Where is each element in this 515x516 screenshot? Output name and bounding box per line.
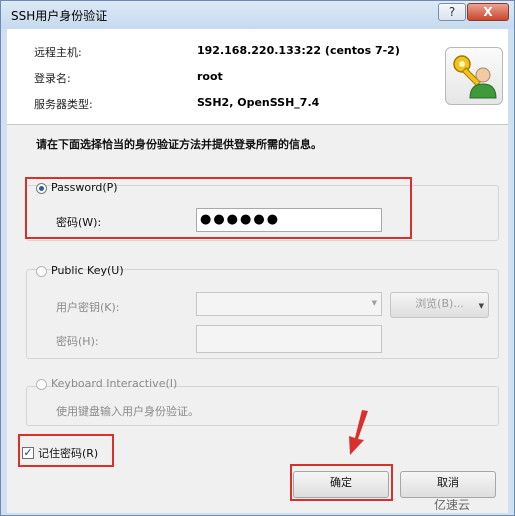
window-title: SSH用户身份验证	[11, 9, 108, 23]
key-user-icon	[445, 47, 503, 105]
chevron-down-icon: ▼	[371, 299, 377, 307]
user-key-select[interactable]: ▼	[196, 292, 382, 316]
help-button[interactable]: ?	[438, 3, 466, 21]
ok-highlight-box	[290, 464, 393, 501]
close-button[interactable]: X	[467, 3, 509, 21]
login-label: 登录名:	[34, 72, 71, 85]
host-label: 远程主机:	[34, 46, 82, 59]
keyboard-interactive-description: 使用键盘输入用户身份验证。	[56, 405, 199, 418]
ssh-auth-dialog: SSH用户身份验证 ? X 远程主机: 192.168.220.133:22 (…	[0, 0, 515, 516]
publickey-radio[interactable]	[36, 266, 47, 277]
keyboard-interactive-radio[interactable]	[36, 379, 47, 390]
red-arrow-icon	[349, 410, 368, 455]
chevron-down-icon: ▼	[478, 302, 484, 310]
browse-button-label: 浏览(B)...	[415, 297, 464, 310]
host-value: 192.168.220.133:22 (centos 7-2)	[197, 44, 400, 57]
browse-button[interactable]: 浏览(B)... ▼	[390, 292, 489, 318]
connection-info-panel: 远程主机: 192.168.220.133:22 (centos 7-2) 登录…	[7, 29, 508, 125]
server-type-value: SSH2, OpenSSH_7.4	[197, 96, 320, 109]
password-highlight-box	[25, 177, 412, 239]
instruction-text: 请在下面选择恰当的身份验证方法并提供登录所需的信息。	[36, 138, 322, 151]
user-key-label: 用户密钥(K):	[56, 301, 120, 314]
publickey-radio-label[interactable]: Public Key(U)	[51, 264, 124, 277]
remember-highlight-box	[18, 434, 114, 467]
passphrase-input[interactable]	[196, 325, 382, 353]
title-bar[interactable]: SSH用户身份验证 ? X	[1, 1, 514, 29]
passphrase-label: 密码(H):	[56, 335, 99, 348]
keyboard-interactive-radio-label[interactable]: Keyboard Interactive(I)	[51, 377, 177, 390]
cancel-button[interactable]: 取消	[400, 471, 496, 498]
server-type-label: 服务器类型:	[34, 98, 93, 111]
watermark-logo: 亿速云	[434, 498, 471, 512]
login-value: root	[197, 70, 223, 83]
